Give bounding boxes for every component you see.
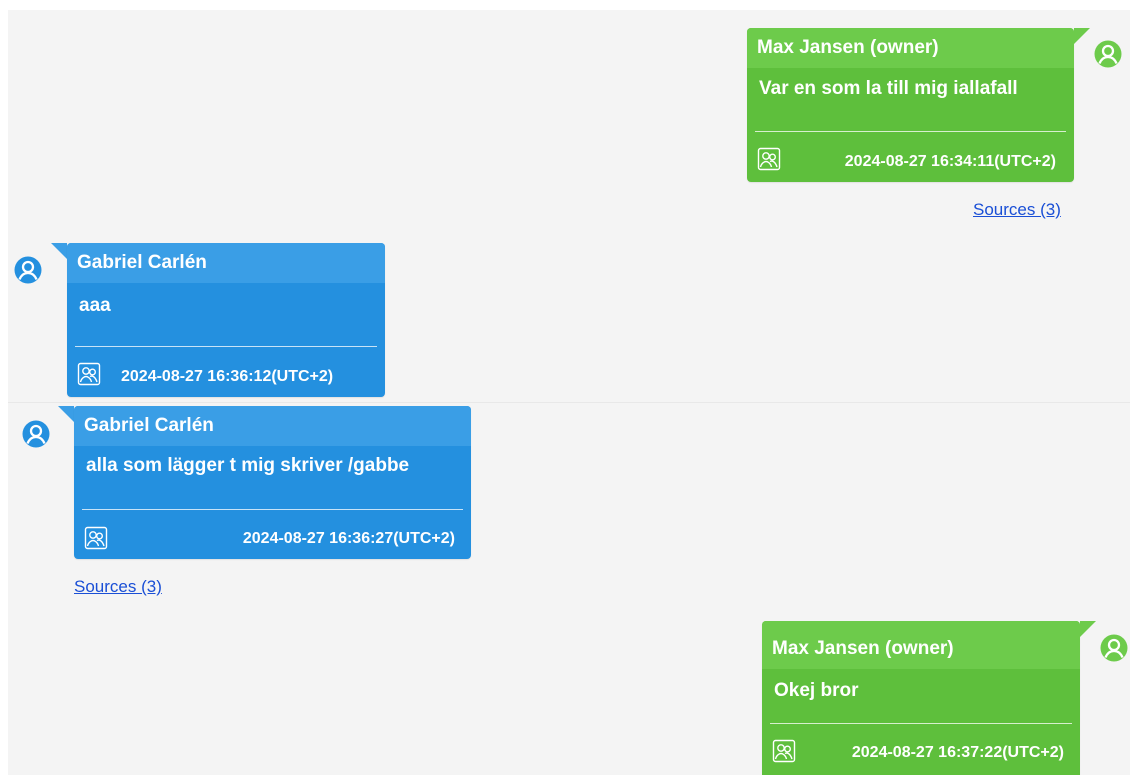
message-bubble: Gabriel Carlén aaa 2024-08-27 16:36:12(U… — [67, 243, 385, 397]
message-text: Okej bror — [774, 680, 859, 701]
participants-icon[interactable] — [77, 362, 101, 386]
participants-icon[interactable] — [772, 739, 796, 763]
message-text: aaa — [79, 295, 111, 316]
bubble-tail — [1074, 28, 1090, 44]
message-bubble: Gabriel Carlén alla som lägger t mig skr… — [74, 406, 471, 559]
message-sender: Max Jansen (owner) — [747, 28, 1074, 68]
message-rule — [770, 723, 1072, 724]
message-bubble: Max Jansen (owner) Var en som la till mi… — [747, 28, 1074, 182]
user-avatar-icon[interactable] — [1100, 634, 1128, 662]
bubble-tail — [58, 406, 74, 422]
message-sender: Gabriel Carlén — [67, 243, 385, 283]
message-text: alla som lägger t mig skriver /gabbe — [86, 455, 410, 476]
message-timestamp: 2024-08-27 16:36:27(UTC+2) — [242, 530, 455, 547]
message-timestamp: 2024-08-27 16:37:22(UTC+2) — [851, 744, 1064, 761]
message-sender: Max Jansen (owner) — [762, 621, 1080, 669]
message-rule — [82, 509, 463, 510]
bubble-tail — [1080, 621, 1096, 637]
participants-icon[interactable] — [84, 526, 108, 550]
participants-icon[interactable] — [757, 147, 781, 171]
bubble-tail — [51, 243, 67, 259]
sources-link[interactable]: Sources (3) — [74, 577, 162, 597]
message-timestamp: 2024-08-27 16:36:12(UTC+2) — [121, 368, 334, 385]
user-avatar-icon[interactable] — [14, 256, 42, 284]
divider — [8, 402, 1130, 403]
message-rule — [75, 346, 377, 347]
message-bubble: Max Jansen (owner) Okej bror 2024-08-27 … — [762, 621, 1080, 775]
message-sender: Gabriel Carlén — [74, 406, 471, 446]
user-avatar-icon[interactable] — [22, 420, 50, 448]
sources-link[interactable]: Sources (3) — [973, 200, 1061, 220]
user-avatar-icon[interactable] — [1094, 40, 1122, 68]
message-rule — [755, 131, 1066, 132]
message-text: Var en som la till mig iallafall — [759, 78, 1018, 99]
message-timestamp: 2024-08-27 16:34:11(UTC+2) — [844, 153, 1056, 170]
